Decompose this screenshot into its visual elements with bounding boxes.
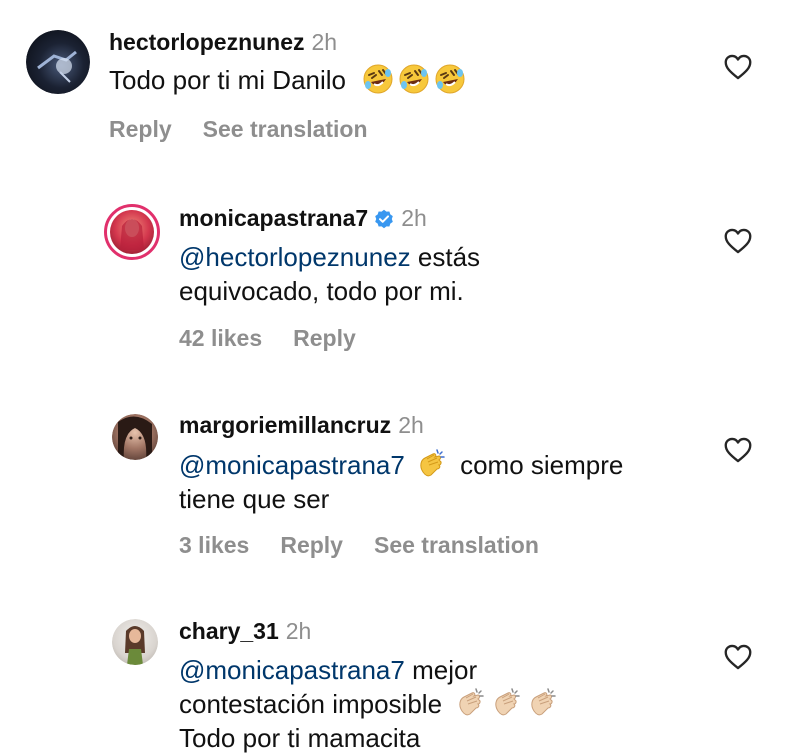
comment-text: @monicapastrana7 mejor contestación impo… <box>179 653 558 755</box>
reply-button[interactable]: Reply <box>293 325 356 351</box>
mention-link[interactable]: @hectorlopeznunez <box>179 242 411 272</box>
rofl-emoji <box>362 63 394 95</box>
timestamp: 2h <box>285 618 312 644</box>
username[interactable]: hectorlopeznunez <box>109 29 305 55</box>
comment-text: @monicapastrana7 como siempre tiene que … <box>179 448 623 516</box>
comment-body: como siempre <box>452 450 624 480</box>
comment-actions: 42 likes Reply <box>179 324 387 352</box>
mention-link[interactable]: @monicapastrana7 <box>179 655 405 685</box>
comment-margoriemillancruz: margoriemillancruz 2h @monicapastrana7 co… <box>0 390 800 595</box>
comment-header: hectorlopeznunez 2h <box>109 28 337 56</box>
rofl-emoji <box>398 63 430 95</box>
comment-text: @hectorlopeznunez estás equivocado, todo… <box>179 240 480 308</box>
timestamp: 2h <box>311 29 338 55</box>
comment-body: tiene que ser <box>179 484 330 514</box>
clapping-hands-light-emoji <box>454 687 486 719</box>
comment-header: margoriemillancruz 2h <box>179 411 424 439</box>
username[interactable]: margoriemillancruz <box>179 412 391 438</box>
comment-body: Todo por ti mi Danilo <box>109 65 346 95</box>
comment-chary_31: chary_31 2h @monicapastrana7 mejor contes… <box>0 595 800 755</box>
like-heart-icon[interactable] <box>724 437 752 463</box>
username[interactable]: chary_31 <box>179 618 279 644</box>
verified-badge-icon <box>375 209 394 229</box>
avatar[interactable] <box>112 619 158 665</box>
comment-body: Todo por ti mamacita <box>179 723 421 753</box>
reply-button[interactable]: Reply <box>280 532 343 558</box>
comment-body: equivocado, todo por mi. <box>179 276 464 306</box>
comment-body: mejor <box>404 655 478 685</box>
see-translation-button[interactable]: See translation <box>374 532 539 558</box>
comment-actions: 3 likes Reply See translation <box>179 531 570 559</box>
avatar[interactable] <box>26 30 90 94</box>
like-heart-icon[interactable] <box>724 228 752 254</box>
comment-text: Todo por ti mi Danilo <box>109 63 466 97</box>
comment-header: chary_31 2h <box>179 617 311 645</box>
likes-count[interactable]: 3 likes <box>179 532 249 558</box>
timestamp: 2h <box>398 412 424 438</box>
mention-link[interactable]: @monicapastrana7 <box>179 450 405 480</box>
comment-monicapastrana7: monicapastrana7 2h @hectorlopeznunez está… <box>0 180 800 390</box>
avatar[interactable] <box>104 204 160 260</box>
comment-actions: Reply See translation <box>109 115 399 143</box>
username[interactable]: monicapastrana7 <box>179 205 368 231</box>
rofl-emoji <box>434 63 466 95</box>
clapping-hands-light-emoji <box>526 687 558 719</box>
comment-hectorlopeznunez: hectorlopeznunez 2h Todo por ti mi Danilo… <box>0 0 800 180</box>
clapping-hands-light-emoji <box>490 687 522 719</box>
see-translation-button[interactable]: See translation <box>203 116 368 142</box>
comment-body: contestación imposible <box>179 689 443 719</box>
comment-header: monicapastrana7 2h <box>179 204 427 232</box>
likes-count[interactable]: 42 likes <box>179 325 262 351</box>
reply-button[interactable]: Reply <box>109 116 172 142</box>
clapping-hands-emoji <box>415 448 447 480</box>
timestamp: 2h <box>401 205 427 231</box>
like-heart-icon[interactable] <box>724 644 752 670</box>
avatar[interactable] <box>112 414 158 460</box>
comment-body: estás <box>410 242 481 272</box>
like-heart-icon[interactable] <box>724 54 752 80</box>
